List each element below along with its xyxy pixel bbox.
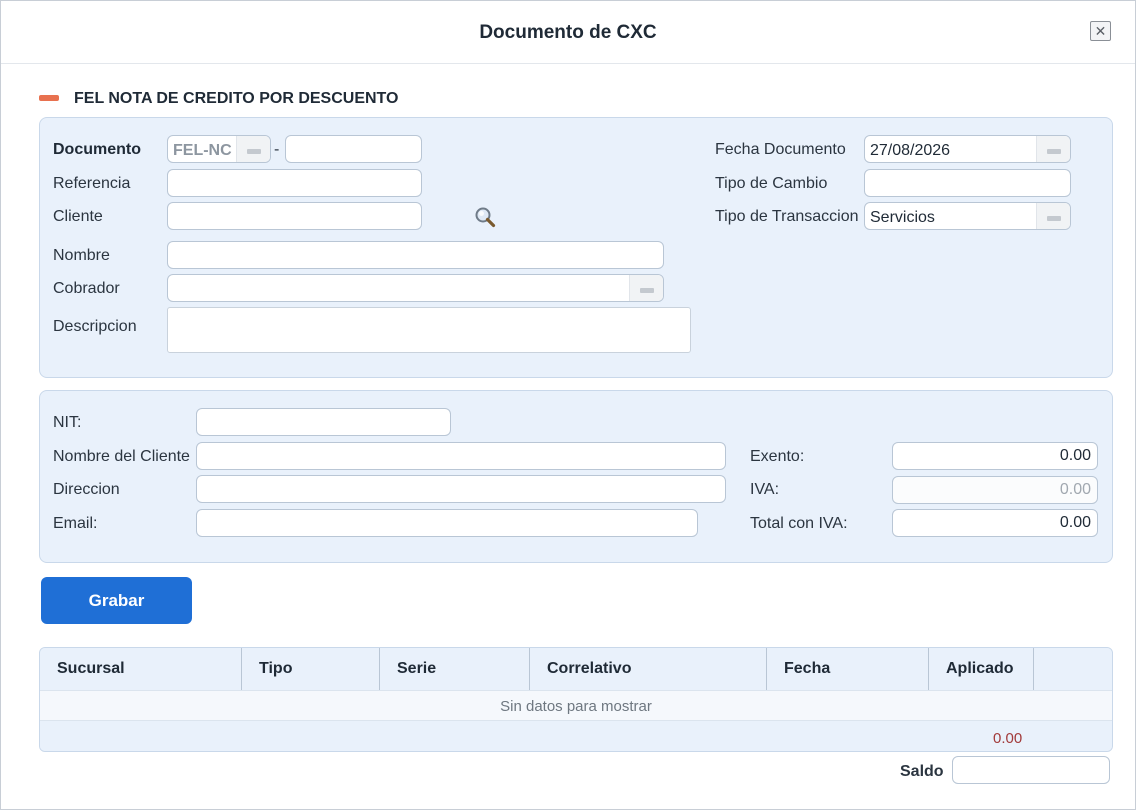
direccion-label: Direccion (53, 481, 120, 498)
section-title: FEL NOTA DE CREDITO POR DESCUENTO (74, 90, 399, 107)
col-header-sucursal[interactable]: Sucursal (40, 648, 242, 690)
fecha-documento-picker[interactable]: 27/08/2026 (864, 135, 1071, 163)
documento-label: Documento (53, 141, 141, 158)
cxc-document-dialog: Documento de CXC ✕ FEL NOTA DE CREDITO P… (0, 0, 1136, 810)
tipo-transaccion-select[interactable]: Servicios (864, 202, 1071, 230)
applied-documents-grid: Sucursal Tipo Serie Correlativo Fecha Ap… (39, 647, 1113, 752)
cliente-input[interactable] (167, 202, 422, 230)
cliente-label: Cliente (53, 208, 103, 225)
dialog-title: Documento de CXC (479, 22, 657, 43)
close-icon[interactable]: ✕ (1090, 21, 1111, 41)
col-header-fecha[interactable]: Fecha (767, 648, 929, 690)
exento-input[interactable] (892, 442, 1098, 470)
saldo-label: Saldo (900, 763, 944, 780)
descripcion-textarea[interactable] (167, 307, 691, 353)
referencia-label: Referencia (53, 175, 131, 192)
descripcion-label: Descripcion (53, 318, 137, 335)
email-label: Email: (53, 515, 98, 532)
documento-separator: - (274, 141, 280, 158)
dropdown-icon[interactable] (236, 136, 270, 162)
cobrador-label: Cobrador (53, 280, 120, 297)
calendar-icon[interactable] (1036, 136, 1070, 162)
nombre-cliente-label: Nombre del Cliente (53, 448, 190, 465)
iva-input (892, 476, 1098, 504)
grid-empty-message: Sin datos para mostrar (40, 690, 1112, 721)
col-header-tipo[interactable]: Tipo (242, 648, 380, 690)
nit-input[interactable] (196, 408, 451, 436)
grid-header: Sucursal Tipo Serie Correlativo Fecha Ap… (40, 648, 1112, 690)
dropdown-icon[interactable] (629, 275, 663, 301)
tipo-transaccion-label: Tipo de Transaccion (715, 208, 859, 225)
collapse-icon[interactable] (39, 95, 59, 101)
grid-footer: 0.00 (40, 721, 1112, 751)
nombre-label: Nombre (53, 247, 110, 264)
tipo-cambio-input[interactable] (864, 169, 1071, 197)
grid-total-aplicado: 0.00 (993, 730, 1023, 747)
iva-label: IVA: (750, 481, 780, 498)
nombre-input[interactable] (167, 241, 664, 269)
exento-label: Exento: (750, 448, 805, 465)
documento-series-value: FEL-NC (173, 142, 232, 159)
direccion-input[interactable] (196, 475, 726, 503)
search-icon[interactable] (474, 206, 496, 228)
saldo-input[interactable] (952, 756, 1110, 784)
tipo-cambio-label: Tipo de Cambio (715, 175, 828, 192)
tipo-transaccion-value: Servicios (870, 209, 935, 226)
fecha-documento-label: Fecha Documento (715, 141, 846, 158)
col-header-correlativo[interactable]: Correlativo (530, 648, 767, 690)
dropdown-icon[interactable] (1036, 203, 1070, 229)
total-con-iva-label: Total con IVA: (750, 515, 848, 532)
col-header-aplicado[interactable]: Aplicado (929, 648, 1034, 690)
referencia-input[interactable] (167, 169, 422, 197)
documento-series-select[interactable]: FEL-NC (167, 135, 271, 163)
grabar-button[interactable]: Grabar (41, 577, 192, 624)
cobrador-select[interactable] (167, 274, 664, 302)
total-con-iva-input[interactable] (892, 509, 1098, 537)
fecha-documento-value: 27/08/2026 (870, 142, 951, 159)
nit-label: NIT: (53, 414, 82, 431)
dialog-titlebar: Documento de CXC ✕ (1, 1, 1135, 64)
col-header-serie[interactable]: Serie (380, 648, 530, 690)
nombre-cliente-input[interactable] (196, 442, 726, 470)
documento-number-input[interactable] (285, 135, 422, 163)
email-input[interactable] (196, 509, 698, 537)
